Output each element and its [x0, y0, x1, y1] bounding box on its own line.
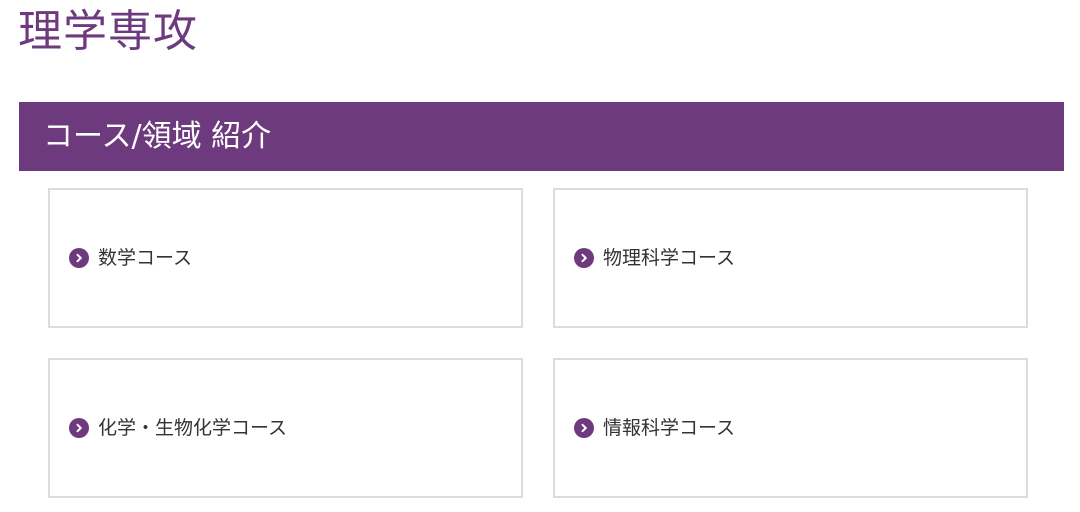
section-heading: コース/領域 紹介 — [43, 118, 272, 154]
course-card-chemistry[interactable]: 化学・生物化学コース — [48, 358, 523, 498]
course-card-information-science[interactable]: 情報科学コース — [553, 358, 1028, 498]
chevron-right-circle-icon — [574, 418, 594, 438]
chevron-right-circle-icon — [574, 248, 594, 268]
course-card-physics[interactable]: 物理科学コース — [553, 188, 1028, 328]
course-card-label: 情報科学コース — [603, 417, 736, 439]
section-banner: コース/領域 紹介 — [19, 102, 1064, 171]
chevron-right-circle-icon — [69, 248, 89, 268]
page-title: 理学専攻 — [18, 6, 198, 57]
course-card-label: 数学コース — [98, 247, 193, 269]
course-card-label: 化学・生物化学コース — [98, 417, 288, 439]
chevron-right-circle-icon — [69, 418, 89, 438]
course-card-mathematics[interactable]: 数学コース — [48, 188, 523, 328]
course-card-label: 物理科学コース — [603, 247, 736, 269]
